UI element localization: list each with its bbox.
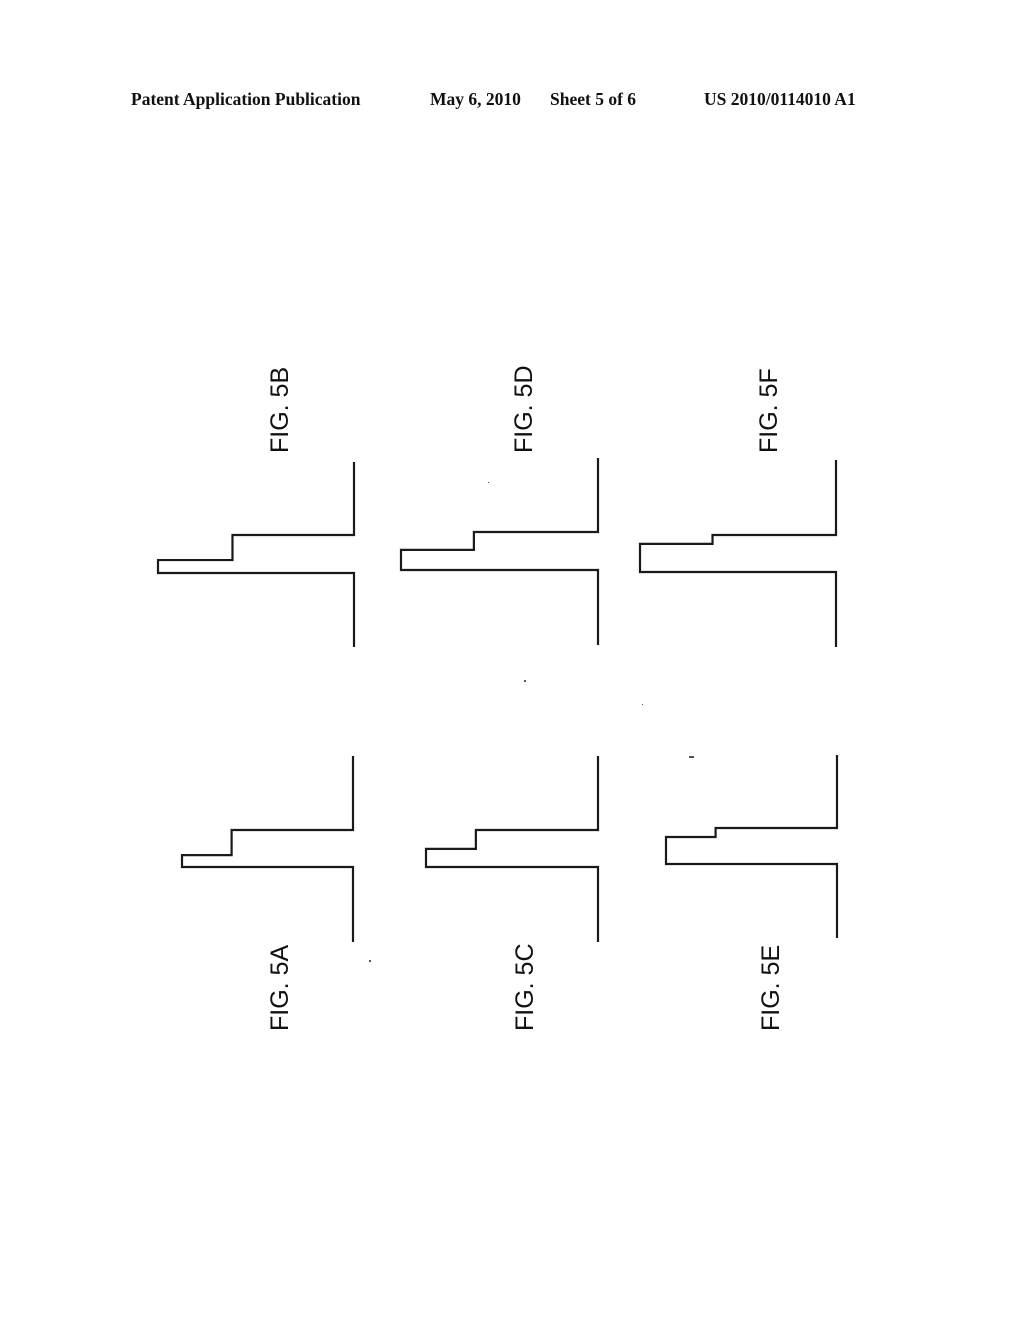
profile-figure-5d: [399, 458, 600, 645]
speck: [488, 482, 489, 483]
step-profile-line: [156, 462, 356, 647]
step-profile-line: [664, 755, 839, 938]
profile-figure-5b: [156, 462, 356, 647]
speck: [642, 704, 643, 705]
figure-label-5c: FIG. 5C: [511, 943, 539, 1031]
step-profile-line: [424, 756, 600, 942]
profile-figure-5f: [638, 460, 838, 647]
figure-label-5e: FIG. 5E: [757, 944, 785, 1031]
step-profile-line: [180, 756, 355, 942]
figure-label-5d: FIG. 5D: [510, 365, 538, 453]
figure-label-5b: FIG. 5B: [266, 366, 294, 453]
step-profile-line: [399, 458, 600, 645]
figure-label-5a: FIG. 5A: [266, 944, 294, 1031]
figure-sheet: [156, 458, 839, 962]
speck: [369, 960, 371, 962]
scan-specks: [369, 482, 694, 962]
profile-figure-5c: [424, 756, 600, 942]
figure-label-5f: FIG. 5F: [755, 368, 783, 453]
speck: [524, 680, 526, 682]
profile-figure-5a: [180, 756, 355, 942]
speck: [689, 756, 694, 758]
step-profile-line: [638, 460, 838, 647]
profile-figure-5e: [664, 755, 839, 938]
